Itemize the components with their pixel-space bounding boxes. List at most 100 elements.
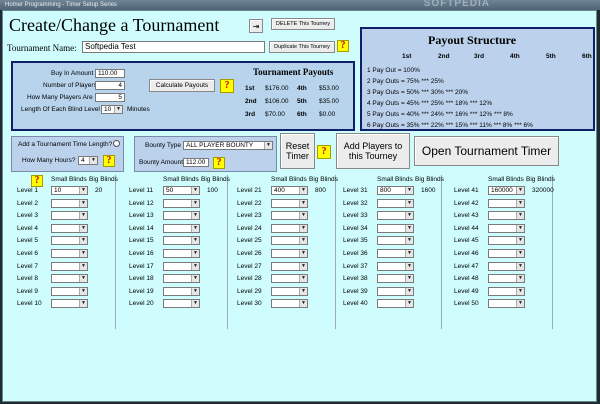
small-blind-select[interactable]: ▼	[377, 211, 414, 221]
level-label: Level 11	[129, 187, 154, 194]
structure-col-header: 1st	[402, 53, 412, 60]
bounty-type-value: ALL PLAYER BOUNTY	[186, 142, 254, 149]
small-blind-select[interactable]: ▼	[377, 223, 414, 233]
small-blind-select[interactable]: ▼	[51, 274, 88, 284]
small-blind-select[interactable]: ▼	[51, 299, 88, 309]
paid-input[interactable]: 5	[95, 93, 125, 102]
bounty-type-select[interactable]: ALL PLAYER BOUNTY ▼	[183, 141, 273, 150]
help-icon[interactable]: ?	[103, 155, 115, 167]
chevron-down-icon: ▼	[516, 199, 524, 207]
small-blind-select[interactable]: ▼	[488, 261, 525, 271]
small-blind-select[interactable]: ▼	[377, 198, 414, 208]
open-timer-button[interactable]: Open Tournament Timer	[414, 136, 559, 166]
small-blind-select[interactable]: ▼	[163, 286, 200, 296]
small-blind-select[interactable]: ▼	[271, 236, 308, 246]
level-label: Level 22	[237, 199, 262, 207]
payouts-title: Tournament Payouts	[253, 67, 334, 77]
payout-v1-cell: $106.00	[265, 98, 289, 105]
help-icon[interactable]: ?	[220, 79, 234, 93]
delete-tourney-button[interactable]: DELETE This Tourney	[271, 18, 335, 30]
level-label: Level 5	[17, 237, 38, 245]
small-blind-select[interactable]: ▼	[163, 261, 200, 271]
small-blind-select[interactable]: 160000 ▼	[488, 186, 525, 195]
small-blind-select[interactable]: ▼	[271, 211, 308, 221]
small-blind-select[interactable]: ▼	[271, 274, 308, 284]
small-blind-select[interactable]: ▼	[51, 236, 88, 246]
small-blind-select[interactable]: 50 ▼	[163, 186, 200, 195]
small-blind-select[interactable]: ▼	[163, 236, 200, 246]
add-players-button[interactable]: Add Players to this Tourney	[336, 133, 410, 169]
small-blind-select[interactable]: ▼	[51, 198, 88, 208]
small-blind-select[interactable]: ▼	[163, 211, 200, 221]
small-blind-select[interactable]: ▼	[51, 261, 88, 271]
small-blinds-header: Small Blinds	[271, 176, 307, 183]
duplicate-tourney-button[interactable]: Duplicate This Tourney	[269, 41, 335, 53]
calculate-payouts-button[interactable]: Calculate Payouts	[149, 79, 215, 92]
level-label: Level 50	[454, 300, 479, 308]
small-blind-select[interactable]: ▼	[271, 223, 308, 233]
structure-col-header: 2nd	[438, 53, 450, 60]
chevron-down-icon: ▼	[79, 237, 87, 245]
small-blind-select[interactable]: ▼	[51, 286, 88, 296]
bounty-amount-input[interactable]: 112.00	[183, 158, 209, 167]
small-blind-select[interactable]: ▼	[488, 286, 525, 296]
small-blind-select[interactable]: ▼	[271, 299, 308, 309]
payout-structure-panel: Payout Structure 1st 2nd 3rd 4th 5th 6th 1 Pa…	[360, 27, 595, 131]
level-label: Level 21	[237, 187, 262, 194]
small-blind-select[interactable]: ▼	[163, 198, 200, 208]
payout-p2-cell: 5th	[297, 98, 307, 105]
chevron-down-icon: ▼	[191, 199, 199, 207]
reset-timer-button[interactable]: Reset Timer	[280, 133, 315, 169]
small-blind-select[interactable]: ▼	[488, 249, 525, 258]
time-length-radio[interactable]	[113, 140, 120, 147]
small-blind-select[interactable]: ▼	[163, 249, 200, 258]
small-blind-select[interactable]: ▼	[488, 274, 525, 284]
small-blind-select[interactable]: ▼	[271, 286, 308, 296]
small-blinds-header: Small Blinds	[488, 176, 524, 183]
exit-icon[interactable]: ⇥	[249, 19, 263, 33]
small-blind-select[interactable]: 400 ▼	[271, 186, 308, 195]
small-blind-select[interactable]: ▼	[488, 236, 525, 246]
small-blind-select[interactable]: ▼	[377, 299, 414, 309]
small-blind-select[interactable]: ▼	[377, 261, 414, 271]
small-blind-select[interactable]: ▼	[377, 286, 414, 296]
help-icon[interactable]: ?	[213, 157, 225, 169]
small-blind-value: 50	[166, 187, 174, 194]
chevron-down-icon: ▼	[299, 212, 307, 220]
tournament-name-input[interactable]: Softpedia Test	[82, 41, 265, 53]
small-blind-select[interactable]: ▼	[51, 249, 88, 258]
hours-select[interactable]: 4 ▼	[78, 156, 98, 165]
level-label: Level 2	[17, 199, 38, 207]
level-label: Level 48	[454, 275, 479, 283]
small-blind-select[interactable]: 800 ▼	[377, 186, 414, 195]
small-blind-select[interactable]: ▼	[271, 249, 308, 258]
players-input[interactable]: 4	[95, 81, 125, 90]
help-icon[interactable]: ?	[317, 145, 331, 159]
small-blind-select[interactable]: ▼	[51, 211, 88, 221]
small-blind-select[interactable]: ▼	[488, 299, 525, 309]
small-blind-select[interactable]: ▼	[377, 274, 414, 284]
level-label: Level 37	[343, 262, 368, 270]
small-blind-select[interactable]: ▼	[488, 223, 525, 233]
small-blind-select[interactable]: 10 ▼	[51, 186, 88, 195]
small-blind-select[interactable]: ▼	[271, 198, 308, 208]
small-blind-select[interactable]: ▼	[488, 211, 525, 221]
tournament-name-label: Tournament Name:	[7, 43, 77, 53]
chevron-down-icon: ▼	[191, 275, 199, 283]
buyin-input[interactable]: 110.00	[95, 69, 125, 78]
chevron-down-icon: ▼	[516, 275, 524, 283]
small-blind-select[interactable]: ▼	[488, 198, 525, 208]
small-blind-select[interactable]: ▼	[51, 223, 88, 233]
small-blind-value: 10	[54, 187, 62, 194]
level-label: Level 19	[129, 287, 154, 295]
level-label: Level 40	[343, 300, 368, 308]
small-blind-select[interactable]: ▼	[377, 236, 414, 246]
small-blind-select[interactable]: ▼	[377, 249, 414, 258]
small-blind-select[interactable]: ▼	[163, 274, 200, 284]
chevron-down-icon: ▼	[516, 212, 524, 220]
help-icon[interactable]: ?	[337, 40, 349, 52]
small-blind-select[interactable]: ▼	[271, 261, 308, 271]
small-blind-select[interactable]: ▼	[163, 223, 200, 233]
small-blind-select[interactable]: ▼	[163, 299, 200, 309]
blind-length-select[interactable]: 10 ▼	[101, 105, 123, 114]
